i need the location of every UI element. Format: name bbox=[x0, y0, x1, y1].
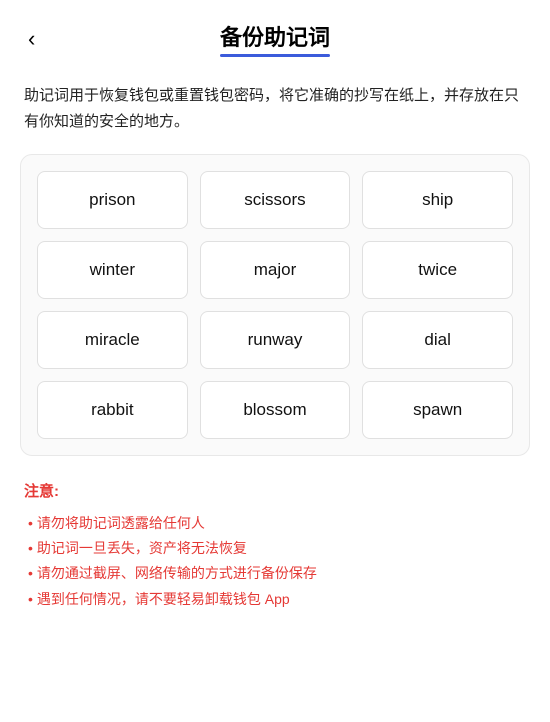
mnemonic-word-2: scissors bbox=[200, 171, 351, 229]
notice-bullet: • bbox=[28, 561, 33, 586]
mnemonic-word-7: miracle bbox=[37, 311, 188, 369]
mnemonic-word-10: rabbit bbox=[37, 381, 188, 439]
notice-list: •请勿将助记词透露给任何人•助记词一旦丢失，资产将无法恢复•请勿通过截屏、网络传… bbox=[24, 511, 526, 612]
notice-item-text: 遇到任何情况，请不要轻易卸载钱包 App bbox=[37, 587, 290, 612]
notice-item-text: 助记词一旦丢失，资产将无法恢复 bbox=[37, 536, 247, 561]
mnemonic-word-8: runway bbox=[200, 311, 351, 369]
description-text: 助记词用于恢复钱包或重置钱包密码，将它准确的抄写在纸上，并存放在只有你知道的安全… bbox=[0, 67, 550, 154]
mnemonic-grid-container: prisonscissorsship wintermajortwice miracl… bbox=[20, 154, 530, 456]
notice-item-2: •助记词一旦丢失，资产将无法恢复 bbox=[24, 536, 526, 561]
title-container: 备份助记词 bbox=[220, 20, 330, 57]
notice-section: 注意: •请勿将助记词透露给任何人•助记词一旦丢失，资产将无法恢复•请勿通过截屏… bbox=[0, 456, 550, 632]
mnemonic-grid: prisonscissorsship wintermajortwice miracl… bbox=[37, 171, 513, 439]
mnemonic-word-3: ship bbox=[362, 171, 513, 229]
mnemonic-word-1: prison bbox=[37, 171, 188, 229]
notice-title: 注意: bbox=[24, 480, 526, 501]
notice-item-text: 请勿将助记词透露给任何人 bbox=[37, 511, 205, 536]
notice-item-4: •遇到任何情况，请不要轻易卸载钱包 App bbox=[24, 587, 526, 612]
title-underline-decoration bbox=[220, 54, 330, 57]
mnemonic-word-4: winter bbox=[37, 241, 188, 299]
notice-item-text: 请勿通过截屏、网络传输的方式进行备份保存 bbox=[37, 561, 317, 586]
notice-bullet: • bbox=[28, 587, 33, 612]
mnemonic-word-11: blossom bbox=[200, 381, 351, 439]
notice-item-3: •请勿通过截屏、网络传输的方式进行备份保存 bbox=[24, 561, 526, 586]
notice-bullet: • bbox=[28, 536, 33, 561]
notice-item-1: •请勿将助记词透露给任何人 bbox=[24, 511, 526, 536]
page-title: 备份助记词 bbox=[220, 20, 330, 52]
back-button[interactable]: ‹ bbox=[20, 22, 43, 56]
mnemonic-word-5: major bbox=[200, 241, 351, 299]
mnemonic-word-6: twice bbox=[362, 241, 513, 299]
header: ‹ 备份助记词 bbox=[0, 0, 550, 67]
mnemonic-word-9: dial bbox=[362, 311, 513, 369]
notice-bullet: • bbox=[28, 511, 33, 536]
mnemonic-word-12: spawn bbox=[362, 381, 513, 439]
